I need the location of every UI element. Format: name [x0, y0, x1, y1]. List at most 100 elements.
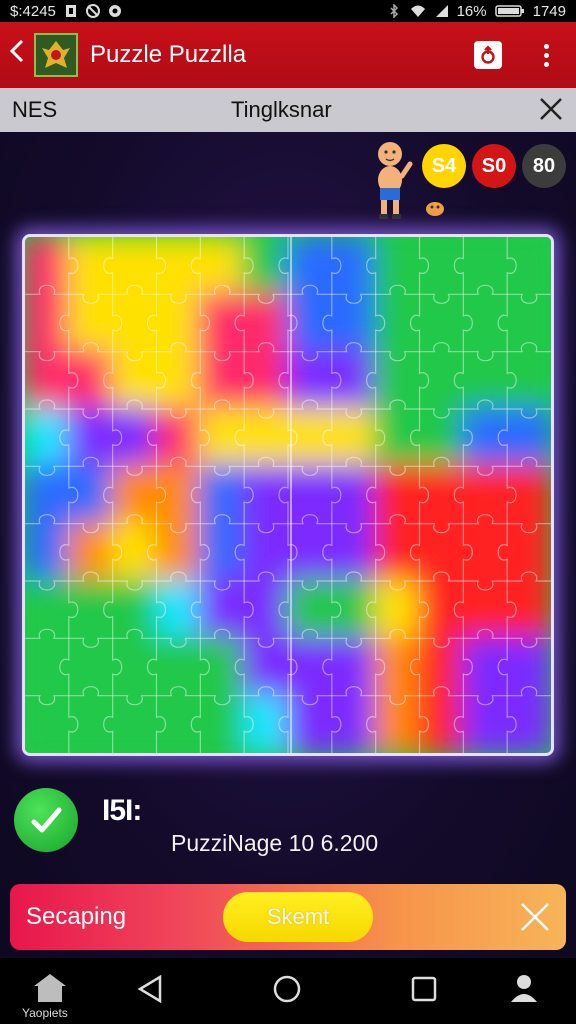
puzzle-region [505, 464, 551, 526]
puzzle-region [198, 579, 247, 641]
puzzle-region [25, 636, 71, 698]
puzzle-region [198, 407, 247, 469]
puzzle-board[interactable] [22, 234, 554, 756]
puzzle-region [66, 521, 115, 583]
puzzle-region [242, 237, 290, 297]
battery-icon [494, 5, 524, 17]
puzzle-region [373, 464, 422, 526]
puzzle-region [154, 349, 203, 411]
puzzle-region [461, 237, 510, 297]
puzzle-region [329, 521, 378, 583]
puzzle-region [154, 521, 203, 583]
puzzle-region [373, 407, 422, 469]
close-icon[interactable] [538, 96, 564, 122]
puzzle-region [417, 292, 466, 354]
puzzle-region [198, 237, 247, 297]
puzzle-region [417, 407, 466, 469]
puzzle-region [373, 579, 422, 641]
navigation-bar: Yaopiets [0, 958, 576, 1024]
puzzle-region [329, 292, 378, 354]
puzzle-region [329, 349, 378, 411]
puzzle-region [66, 407, 115, 469]
overflow-menu-button[interactable] [536, 43, 556, 67]
puzzle-region [505, 407, 551, 469]
wifi-icon [410, 5, 425, 17]
puzzle-region [373, 349, 422, 411]
puzzle-region [329, 464, 378, 526]
puzzle-region [25, 521, 71, 583]
coin-counter-dark: 80 [522, 144, 566, 188]
puzzle-region [286, 292, 334, 354]
puzzle-region [505, 636, 551, 698]
puzzle-region [25, 693, 71, 753]
bottom-bar-label: Secaping [26, 903, 127, 930]
chevron-left-icon [9, 39, 24, 63]
puzzle-region [110, 636, 159, 698]
puzzle-region [417, 237, 466, 297]
profile-icon[interactable] [508, 972, 540, 1004]
puzzle-region [66, 636, 115, 698]
overflow-dot [543, 52, 549, 58]
puzzle-region [198, 464, 247, 526]
score-value: I5I: [102, 794, 142, 827]
puzzle-region [373, 292, 422, 354]
puzzle-region [242, 579, 290, 641]
puzzle-region [66, 693, 115, 753]
home-icon[interactable] [32, 972, 68, 1004]
puzzle-region [417, 349, 466, 411]
status-time-left: $:4245 [10, 2, 56, 20]
puzzle-region [286, 579, 334, 641]
share-icon [481, 45, 495, 64]
sub-bar-title: Tinglksnar [231, 97, 332, 122]
back-button[interactable] [0, 22, 34, 88]
puzzle-region [154, 292, 203, 354]
puzzle-region [417, 579, 466, 641]
puzzle-region [110, 521, 159, 583]
recents-icon[interactable] [410, 975, 438, 1003]
puzzle-region [25, 579, 71, 641]
puzzle-region [110, 292, 159, 354]
puzzle-region [417, 636, 466, 698]
puzzle-region [461, 292, 510, 354]
confirm-button[interactable] [14, 788, 78, 852]
puzzle-region [461, 407, 510, 469]
signal-icon [435, 5, 448, 17]
mascot-character [378, 142, 413, 219]
puzzle-region [286, 464, 334, 526]
score-detail: PuzziNage 10 6.200 [171, 830, 379, 856]
share-button[interactable] [474, 41, 502, 69]
puzzle-board-canvas[interactable] [25, 237, 551, 753]
status-bar: $:4245 16% 1749 [0, 0, 576, 22]
puzzle-region [286, 521, 334, 583]
puzzle-region [154, 636, 203, 698]
puzzle-region [505, 579, 551, 641]
puzzle-region [242, 349, 290, 411]
coin-counter-yellow: S4 [422, 144, 466, 188]
puzzle-region [66, 292, 115, 354]
puzzle-region [329, 407, 378, 469]
back-triangle-icon[interactable] [136, 974, 164, 1004]
coin-counter-red: S0 [472, 144, 516, 188]
sync-icon [108, 5, 121, 17]
puzzle-region [505, 693, 551, 753]
overflow-dot [543, 61, 549, 67]
puzzle-region [417, 693, 466, 753]
puzzle-region [505, 292, 551, 354]
puzzle-region [242, 521, 290, 583]
home-circle-icon[interactable] [272, 974, 302, 1004]
skip-button[interactable]: Skemt [223, 892, 373, 942]
app-title: Puzzle Puzzlla [90, 41, 247, 68]
close-icon[interactable] [518, 900, 552, 934]
puzzle-region [110, 579, 159, 641]
puzzle-region [198, 349, 247, 411]
puzzle-region [110, 693, 159, 753]
puzzle-region [505, 237, 551, 297]
puzzle-region [461, 464, 510, 526]
puzzle-region [242, 636, 290, 698]
small-creature-icon [426, 202, 444, 216]
puzzle-region [373, 693, 422, 753]
puzzle-region [242, 292, 290, 354]
puzzle-region [242, 407, 290, 469]
puzzle-region [154, 693, 203, 753]
puzzle-region [198, 292, 247, 354]
